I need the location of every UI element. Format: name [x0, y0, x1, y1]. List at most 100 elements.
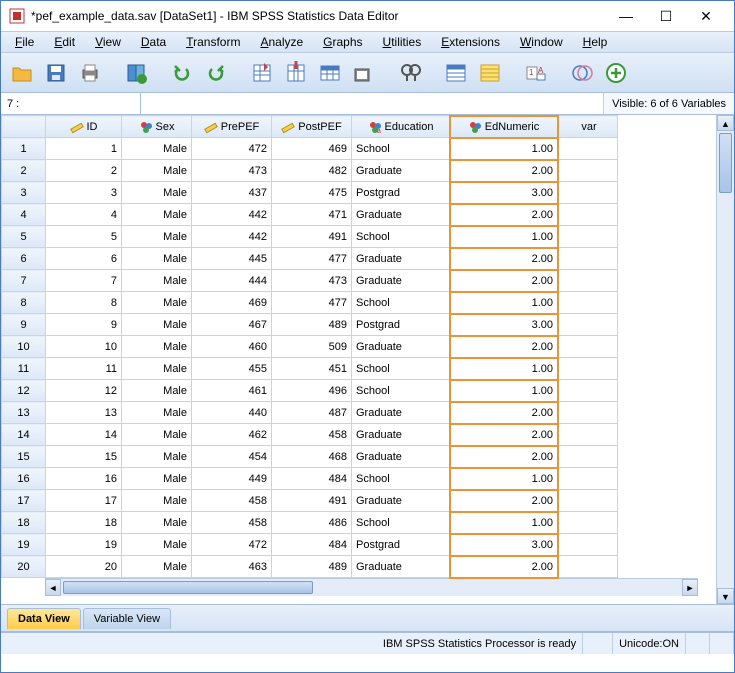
vscroll-thumb[interactable] [719, 133, 732, 193]
cell[interactable]: 16 [46, 468, 122, 490]
row-header[interactable]: 18 [2, 512, 46, 534]
menu-graphs[interactable]: Graphs [313, 33, 372, 51]
cell[interactable]: Male [122, 490, 192, 512]
cell[interactable]: Postgrad [352, 314, 450, 336]
cell[interactable]: School [352, 468, 450, 490]
hscroll-thumb[interactable] [63, 581, 313, 594]
cell[interactable]: Male [122, 226, 192, 248]
cell[interactable] [558, 446, 618, 468]
cell[interactable]: 482 [272, 160, 352, 182]
cell[interactable]: 20 [46, 556, 122, 578]
goto-var-icon[interactable] [281, 58, 311, 88]
tab-data-view[interactable]: Data View [7, 608, 81, 629]
cell[interactable]: 15 [46, 446, 122, 468]
cell[interactable]: 2.00 [450, 490, 558, 512]
cell[interactable]: 3.00 [450, 314, 558, 336]
col-header-PostPEF[interactable]: PostPEF [272, 116, 352, 138]
scroll-right-icon[interactable]: ► [682, 579, 698, 596]
row-header[interactable]: 9 [2, 314, 46, 336]
cell[interactable]: 3 [46, 182, 122, 204]
cell[interactable]: 1 [46, 138, 122, 160]
cell[interactable]: 437 [192, 182, 272, 204]
add-icon[interactable] [601, 58, 631, 88]
sets-icon[interactable] [567, 58, 597, 88]
col-header-PrePEF[interactable]: PrePEF [192, 116, 272, 138]
cell[interactable]: 445 [192, 248, 272, 270]
vertical-scrollbar[interactable]: ▲ ▼ [716, 115, 734, 604]
scroll-up-icon[interactable]: ▲ [717, 115, 734, 131]
variables-icon[interactable] [315, 58, 345, 88]
cell[interactable]: 442 [192, 226, 272, 248]
cell[interactable]: 1.00 [450, 358, 558, 380]
cell[interactable]: 454 [192, 446, 272, 468]
cell[interactable]: Graduate [352, 402, 450, 424]
tab-variable-view[interactable]: Variable View [83, 608, 171, 629]
cell[interactable]: 7 [46, 270, 122, 292]
row-header[interactable]: 10 [2, 336, 46, 358]
cell[interactable]: Male [122, 380, 192, 402]
horizontal-scrollbar[interactable]: ◄ ► [45, 578, 698, 596]
value-labels-icon[interactable]: 1A [521, 58, 551, 88]
cell[interactable]: Male [122, 292, 192, 314]
menu-view[interactable]: View [85, 33, 131, 51]
cell[interactable]: 475 [272, 182, 352, 204]
cell[interactable]: 462 [192, 424, 272, 446]
row-header[interactable]: 6 [2, 248, 46, 270]
cell[interactable]: 2 [46, 160, 122, 182]
menu-utilities[interactable]: Utilities [373, 33, 432, 51]
cell[interactable]: Male [122, 512, 192, 534]
find-icon[interactable] [395, 58, 425, 88]
cell[interactable]: Graduate [352, 424, 450, 446]
cell[interactable]: 2.00 [450, 270, 558, 292]
cell[interactable]: 19 [46, 534, 122, 556]
row-header[interactable]: 11 [2, 358, 46, 380]
cell[interactable]: Male [122, 138, 192, 160]
cell[interactable]: 486 [272, 512, 352, 534]
cell[interactable]: 472 [192, 534, 272, 556]
cell[interactable]: 484 [272, 468, 352, 490]
cell[interactable] [558, 424, 618, 446]
cell[interactable]: 477 [272, 248, 352, 270]
cell[interactable]: School [352, 358, 450, 380]
cell[interactable]: School [352, 292, 450, 314]
cell[interactable]: 17 [46, 490, 122, 512]
col-header-EdNumeric[interactable]: EdNumeric [450, 116, 558, 138]
cell[interactable]: 2.00 [450, 248, 558, 270]
menu-edit[interactable]: Edit [44, 33, 85, 51]
cell[interactable]: School [352, 512, 450, 534]
cell[interactable]: 2.00 [450, 204, 558, 226]
cell[interactable] [558, 556, 618, 578]
cell[interactable]: Graduate [352, 336, 450, 358]
cell[interactable]: Male [122, 160, 192, 182]
cell[interactable]: Male [122, 556, 192, 578]
row-header[interactable]: 13 [2, 402, 46, 424]
cell[interactable]: 477 [272, 292, 352, 314]
cell[interactable] [558, 138, 618, 160]
cell[interactable] [558, 512, 618, 534]
cell[interactable]: 12 [46, 380, 122, 402]
row-header[interactable]: 4 [2, 204, 46, 226]
cell[interactable]: Male [122, 358, 192, 380]
cell[interactable]: 9 [46, 314, 122, 336]
cell[interactable]: Male [122, 534, 192, 556]
print-icon[interactable] [75, 58, 105, 88]
cell[interactable]: Postgrad [352, 534, 450, 556]
cell[interactable] [558, 204, 618, 226]
cell[interactable]: Graduate [352, 248, 450, 270]
cell[interactable]: 460 [192, 336, 272, 358]
cell[interactable]: 1.00 [450, 138, 558, 160]
recall-dialog-icon[interactable] [121, 58, 151, 88]
cell[interactable]: Graduate [352, 270, 450, 292]
menu-transform[interactable]: Transform [176, 33, 250, 51]
cell[interactable] [558, 226, 618, 248]
row-header[interactable]: 3 [2, 182, 46, 204]
cell[interactable]: 458 [192, 490, 272, 512]
cell[interactable]: 4 [46, 204, 122, 226]
cell[interactable]: 2.00 [450, 424, 558, 446]
minimize-button[interactable]: — [606, 5, 646, 27]
cell[interactable]: 491 [272, 226, 352, 248]
row-header[interactable]: 19 [2, 534, 46, 556]
scroll-left-icon[interactable]: ◄ [45, 579, 61, 596]
cell[interactable]: 473 [192, 160, 272, 182]
cell[interactable]: Male [122, 204, 192, 226]
